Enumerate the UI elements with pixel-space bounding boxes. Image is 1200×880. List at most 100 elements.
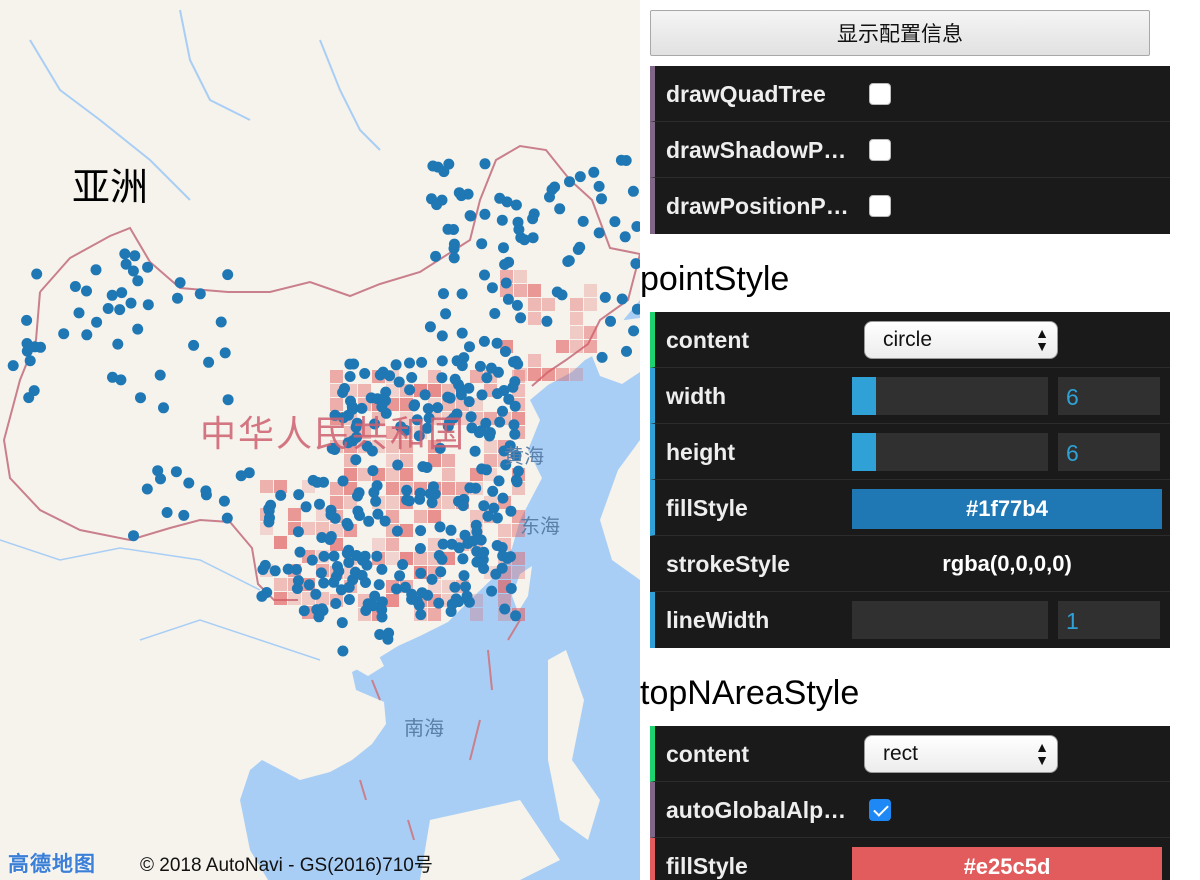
map-point[interactable] (415, 525, 427, 537)
map-point[interactable] (7, 360, 19, 372)
map-point[interactable] (69, 281, 81, 292)
map-point[interactable] (170, 466, 182, 478)
map-point[interactable] (433, 597, 445, 609)
map-point[interactable] (106, 289, 118, 301)
map-point[interactable] (416, 356, 428, 368)
map-point[interactable] (328, 550, 340, 562)
map-point[interactable] (424, 321, 436, 333)
map-point[interactable] (596, 193, 607, 205)
map-point[interactable] (621, 345, 632, 357)
map-point[interactable] (135, 392, 146, 404)
map-point[interactable] (354, 510, 365, 521)
map-point[interactable] (491, 512, 503, 524)
map-point[interactable] (221, 512, 233, 524)
map-point[interactable] (481, 464, 492, 476)
map-point[interactable] (491, 540, 503, 551)
map-point[interactable] (298, 605, 310, 617)
map-point[interactable] (500, 277, 512, 289)
map-point[interactable] (457, 553, 469, 565)
point-height-input[interactable]: 6 (1058, 433, 1160, 471)
map-point[interactable] (448, 252, 460, 264)
map-point[interactable] (362, 598, 374, 610)
map-point[interactable] (448, 238, 460, 250)
map-point[interactable] (325, 509, 337, 521)
map-point[interactable] (306, 554, 318, 566)
map-point[interactable] (498, 242, 509, 254)
map-point[interactable] (23, 392, 35, 404)
map-point[interactable] (476, 238, 488, 250)
map-point[interactable] (132, 275, 144, 287)
map-point[interactable] (275, 489, 287, 501)
map-point[interactable] (374, 629, 386, 640)
map-point[interactable] (174, 277, 186, 289)
map-point[interactable] (91, 316, 103, 328)
map-point[interactable] (474, 360, 486, 372)
map-point[interactable] (496, 562, 508, 574)
map-point[interactable] (436, 372, 448, 384)
map-point[interactable] (292, 526, 304, 538)
map-point[interactable] (494, 416, 506, 428)
map-point[interactable] (315, 567, 327, 579)
map-point[interactable] (393, 376, 405, 388)
map-point[interactable] (125, 297, 137, 309)
map-point[interactable] (437, 538, 449, 550)
map-point[interactable] (419, 389, 431, 401)
map-point[interactable] (341, 517, 353, 529)
map-point[interactable] (376, 611, 388, 623)
map-point[interactable] (475, 425, 487, 437)
map-point[interactable] (35, 341, 46, 353)
map-point[interactable] (605, 315, 616, 327)
map-point[interactable] (415, 609, 427, 621)
map-point[interactable] (445, 524, 457, 536)
amap-logo[interactable]: 高德地图 (8, 848, 96, 878)
map-point[interactable] (392, 459, 404, 471)
map-point[interactable] (394, 570, 406, 582)
map-point[interactable] (512, 216, 524, 228)
map-point[interactable] (372, 508, 384, 520)
map-point[interactable] (414, 543, 426, 554)
map-point[interactable] (505, 583, 517, 594)
map-point[interactable] (371, 550, 383, 562)
map-point[interactable] (161, 507, 173, 518)
map-point[interactable] (269, 565, 281, 577)
map-point[interactable] (438, 166, 450, 178)
map-point[interactable] (481, 372, 493, 384)
map-point[interactable] (132, 323, 144, 335)
map-point[interactable] (464, 482, 476, 494)
map-point[interactable] (471, 526, 483, 538)
map-point[interactable] (376, 563, 388, 575)
map-point[interactable] (359, 368, 371, 379)
map-point[interactable] (357, 554, 368, 566)
map-point[interactable] (310, 588, 322, 600)
map-point[interactable] (416, 587, 428, 599)
map-point[interactable] (363, 515, 375, 527)
map-point[interactable] (527, 213, 539, 225)
map-point[interactable] (616, 293, 628, 305)
map-point[interactable] (427, 160, 439, 172)
draw-shadow-row[interactable]: drawShadowPo… (650, 122, 1170, 178)
map-point[interactable] (478, 335, 490, 347)
map-point[interactable] (368, 486, 380, 498)
map-point[interactable] (263, 516, 275, 528)
map-point[interactable] (314, 498, 325, 510)
map-point[interactable] (373, 579, 385, 591)
map-point[interactable] (343, 581, 355, 593)
map-point[interactable] (541, 315, 553, 327)
map-point[interactable] (339, 383, 350, 394)
map-point[interactable] (142, 261, 154, 273)
map-point[interactable] (515, 312, 527, 324)
map-point[interactable] (512, 358, 524, 370)
draw-position-row[interactable]: drawPositionP… (650, 178, 1170, 234)
map-point[interactable] (282, 563, 294, 575)
map-point[interactable] (554, 203, 566, 215)
map-point[interactable] (311, 476, 323, 488)
map-point[interactable] (313, 611, 325, 623)
map-point[interactable] (414, 487, 426, 499)
map-point[interactable] (479, 158, 491, 170)
map-point[interactable] (129, 250, 141, 262)
map-point[interactable] (596, 351, 608, 363)
map-point[interactable] (294, 546, 306, 558)
map-point[interactable] (401, 484, 413, 496)
map-point[interactable] (499, 259, 511, 270)
point-fill-color-picker[interactable]: #1f77b4 (852, 489, 1162, 529)
